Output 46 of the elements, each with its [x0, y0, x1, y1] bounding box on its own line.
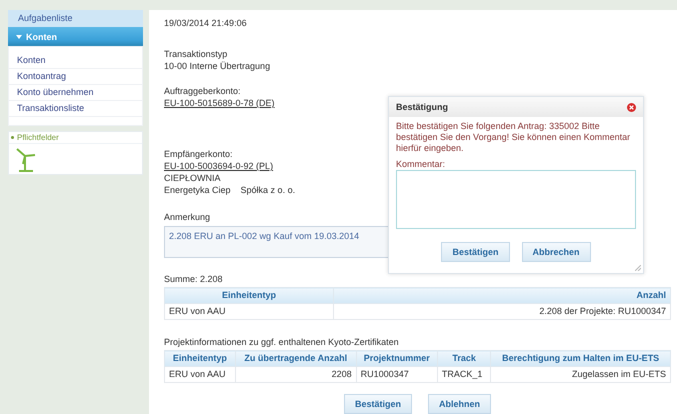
table-cell: 2.208 der Projekte: RU1000347: [334, 304, 670, 320]
field-value: Energetyka Ciep Spółka z o. o.: [164, 184, 296, 196]
column-header: Anzahl: [334, 288, 670, 304]
column-header: Berechtigung zum Halten im EU-ETS: [490, 350, 670, 366]
column-header: Einheitentyp: [164, 288, 334, 304]
comment-label: Kommentar:: [395, 158, 446, 170]
sidebar-item[interactable]: Aufgabenliste: [8, 10, 143, 27]
dialog-button[interactable]: Bestätigen: [441, 242, 510, 262]
close-icon[interactable]: [627, 102, 636, 112]
caret-icon: [16, 34, 22, 38]
action-button[interactable]: Ablehnen: [428, 394, 492, 414]
sidebar-item[interactable]: Konto übernehmen: [9, 85, 142, 101]
comment-field[interactable]: [396, 170, 636, 230]
table-cell: ERU von AAU: [164, 304, 334, 320]
account-link[interactable]: EU-100-5003694-0-92 (PL): [164, 161, 274, 171]
table-cell: Zugelassen im EU-ETS: [490, 366, 670, 382]
account-link[interactable]: EU-100-5015689-0-78 (DE): [164, 98, 275, 108]
remark-label: Anmerkung: [164, 211, 210, 223]
column-header: Einheitentyp: [164, 350, 236, 366]
sum-text: Summe: 2.208: [164, 273, 223, 285]
table-caption: Projektinformationen zu ggf. enthaltenen Kyoto-Zertifikaten: [164, 336, 399, 348]
legend-label: Pflichtfelder: [17, 133, 59, 142]
column-header: Projektnummer: [356, 350, 438, 366]
field-value: CIEPŁOWNIA: [164, 172, 221, 184]
column-header: Zu übertragende Anzahl: [235, 350, 356, 366]
dialog-button[interactable]: Abbrechen: [522, 242, 591, 262]
bullet-icon: [11, 136, 14, 139]
sidebar-item[interactable]: Transaktionsliste: [9, 101, 142, 117]
section-header[interactable]: Konten: [8, 27, 143, 46]
column-header: Track: [437, 350, 491, 366]
date-text: 19/03/2014 21:49:06: [164, 17, 247, 29]
sidebar-item[interactable]: Konten: [9, 53, 142, 69]
wind-turbine-icon: [15, 146, 37, 172]
table-cell: ERU von AAU: [164, 366, 236, 382]
action-button[interactable]: Bestätigen: [344, 394, 412, 414]
field-label: Transaktionstyp: [164, 48, 228, 60]
resize-grip-icon[interactable]: [635, 265, 641, 271]
sidebar-item[interactable]: Kontoantrag: [9, 69, 142, 85]
dialog-title: Bestätigung: [396, 102, 448, 112]
field-value: 10-00 Interne Übertragung: [164, 60, 270, 72]
dialog-message: Bitte bestätigen Sie folgenden Antrag: 335002 Bitte bestätigen Sie den Vorgang! Sie können einen Kommentar hierfür eingeben.: [395, 120, 632, 154]
field-label: Auftraggeberkonto:: [164, 85, 241, 97]
table-cell: TRACK_1: [437, 366, 491, 382]
table-cell: 2208: [235, 366, 356, 382]
field-label: Empfängerkonto:: [164, 148, 233, 160]
table-cell: RU1000347: [356, 366, 438, 382]
